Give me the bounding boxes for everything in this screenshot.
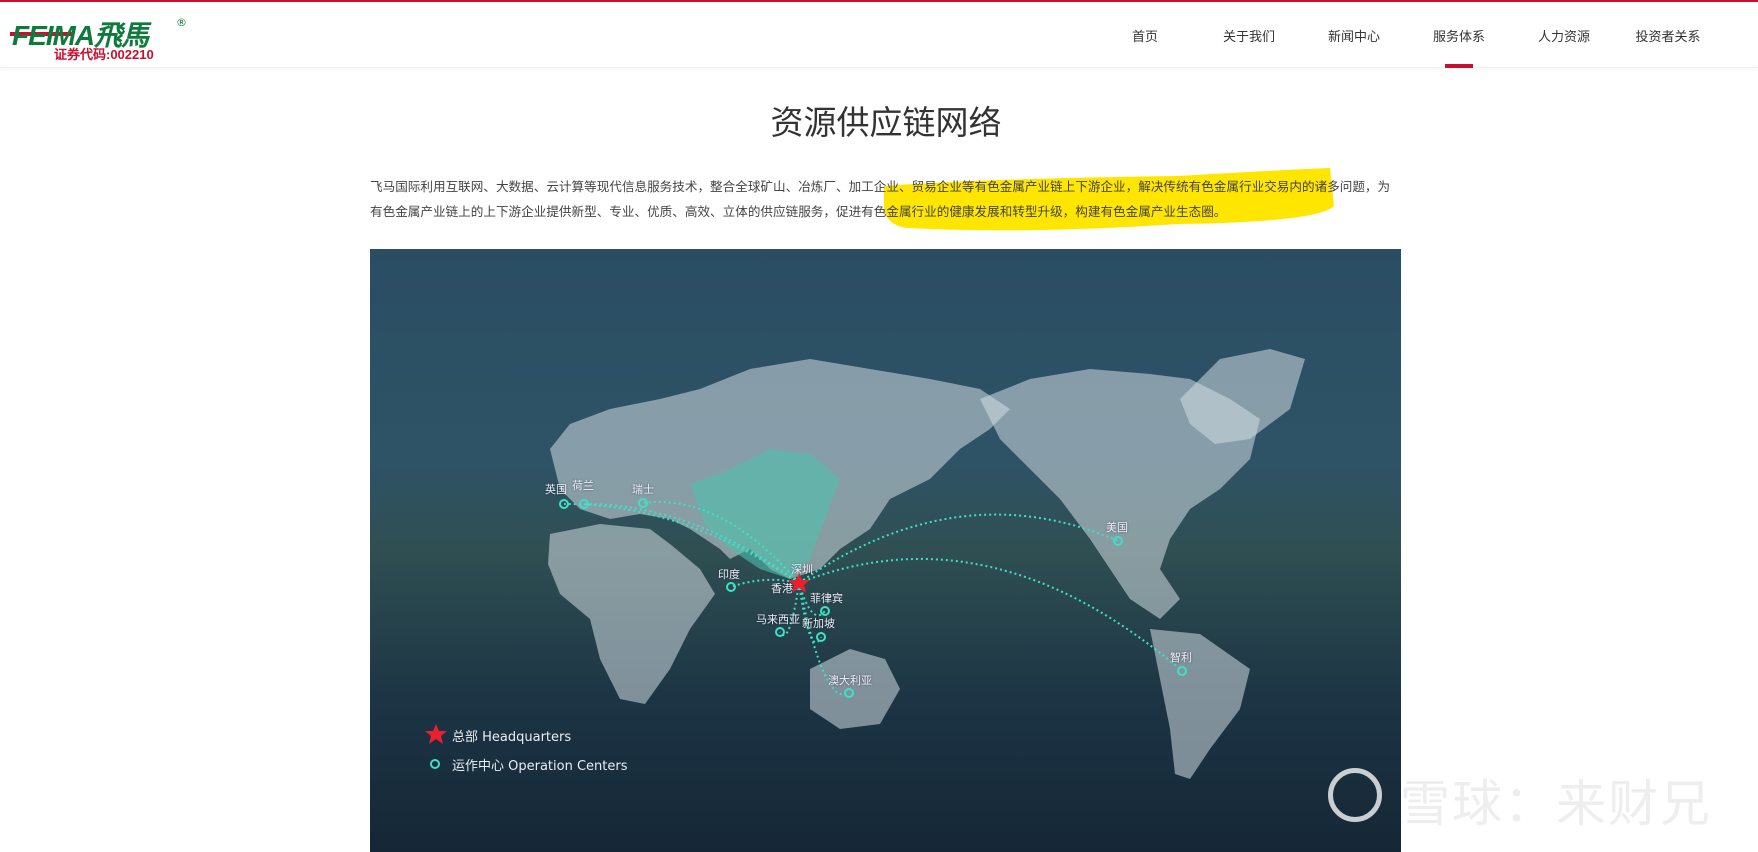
operation-center-marker bbox=[820, 606, 830, 616]
legend-centers: 运作中心 Operation Centers bbox=[452, 759, 628, 774]
nav-services[interactable]: 服务体系 bbox=[1433, 26, 1485, 45]
africa-shape bbox=[548, 524, 715, 704]
australia-shape bbox=[810, 649, 900, 729]
label-shenzhen: 深圳 bbox=[791, 563, 813, 576]
nav-home[interactable]: 首页 bbox=[1132, 26, 1158, 45]
nav-active-indicator bbox=[1445, 64, 1473, 68]
label-singapore: 新加坡 bbox=[802, 617, 835, 630]
label-australia: 澳大利亚 bbox=[828, 674, 872, 687]
nav-news[interactable]: 新闻中心 bbox=[1328, 26, 1380, 45]
label-india: 印度 bbox=[718, 568, 740, 581]
label-malaysia: 马来西亚 bbox=[756, 613, 800, 626]
site-header: FEIMA飛馬 ® 证券代码:002210 首页 关于我们 新闻中心 服务体系 … bbox=[0, 2, 1758, 68]
stock-code: 证券代码:002210 bbox=[54, 47, 154, 62]
label-usa: 美国 bbox=[1106, 521, 1128, 534]
legend-star-icon bbox=[425, 724, 447, 744]
legend-hq: 总部 Headquarters bbox=[452, 730, 572, 745]
label-uk: 英国 bbox=[545, 483, 567, 496]
xueqiu-logo-icon bbox=[1328, 768, 1382, 822]
intro-paragraph: 飞马国际利用互联网、大数据、云计算等现代信息服务技术，整合全球矿山、冶炼厂、加工… bbox=[370, 179, 1391, 219]
label-switzerland: 瑞士 bbox=[632, 483, 654, 496]
watermark-text: 雪球：来财兄 bbox=[1400, 775, 1712, 833]
greenland-shape bbox=[1180, 349, 1305, 444]
supply-chain-map: 英国 荷兰 瑞士 美国 印度 菲律宾 马来西亚 新加坡 澳大利亚 智利 深圳 香… bbox=[370, 249, 1401, 852]
nav-about[interactable]: 关于我们 bbox=[1223, 26, 1275, 45]
nav-hr[interactable]: 人力资源 bbox=[1538, 26, 1590, 45]
label-netherlands: 荷兰 bbox=[572, 479, 594, 492]
south-america-shape bbox=[1150, 629, 1250, 779]
registered-mark: ® bbox=[176, 16, 187, 29]
legend-circle-icon bbox=[430, 759, 440, 769]
label-philippines: 菲律宾 bbox=[810, 592, 843, 605]
page-title: 资源供应链网络 bbox=[770, 103, 1002, 142]
feima-logo[interactable]: FEIMA飛馬 ® 证券代码:002210 bbox=[10, 14, 187, 62]
nav-investors[interactable]: 投资者关系 bbox=[1635, 26, 1700, 45]
label-chile: 智利 bbox=[1170, 651, 1192, 664]
label-hongkong: 香港 bbox=[771, 582, 793, 595]
